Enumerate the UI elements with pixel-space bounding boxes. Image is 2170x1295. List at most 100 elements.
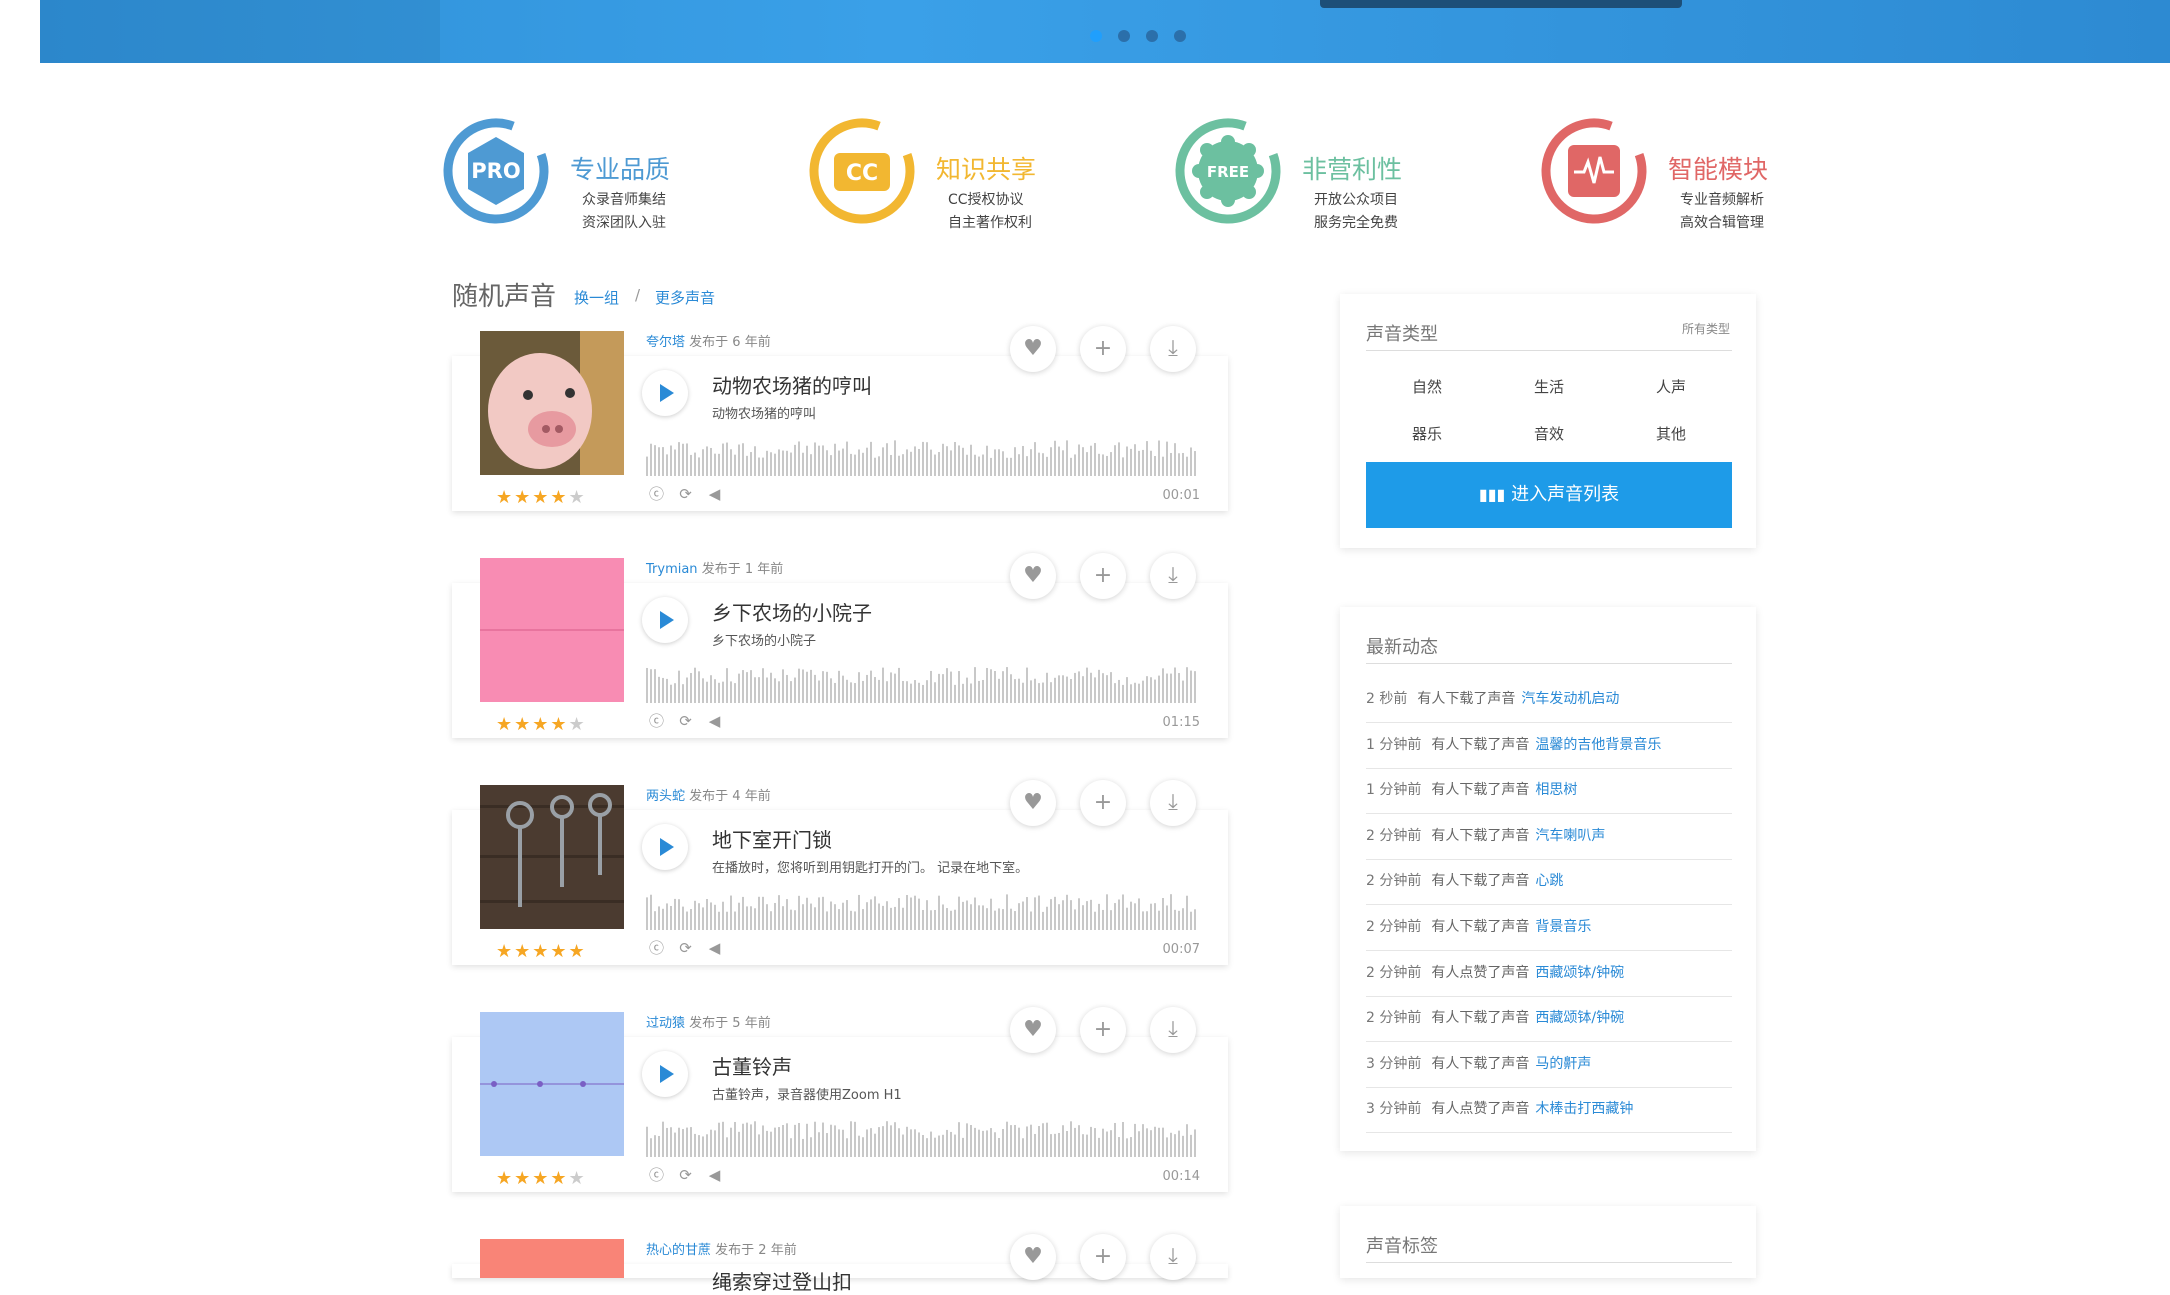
- like-button[interactable]: ♥: [1010, 1234, 1056, 1280]
- sound-title[interactable]: 古董铃声: [712, 1051, 792, 1080]
- keys-photo-thumbnail[interactable]: [480, 785, 624, 929]
- volume-icon[interactable]: ◀: [706, 486, 723, 503]
- author-link[interactable]: 热心的甘蔗: [646, 1243, 711, 1258]
- waveform-thumbnail[interactable]: [480, 1239, 624, 1278]
- type-item[interactable]: 人声: [1610, 376, 1732, 397]
- add-button[interactable]: +: [1080, 1234, 1126, 1280]
- waveform-bar: [1158, 440, 1160, 476]
- volume-icon[interactable]: ◀: [706, 940, 723, 957]
- waveform-bar: [1122, 684, 1124, 703]
- waveform-bar: [1050, 899, 1052, 930]
- waveform-bar: [774, 678, 776, 703]
- waveform-bar: [934, 1137, 936, 1157]
- waveform-bar: [970, 444, 972, 476]
- waveform-bar: [750, 670, 752, 703]
- waveform-bar: [930, 910, 932, 930]
- author-link[interactable]: Trymian: [646, 562, 698, 577]
- like-button[interactable]: ♥: [1010, 780, 1056, 826]
- waveform[interactable]: [646, 1121, 1199, 1157]
- like-button[interactable]: ♥: [1010, 326, 1056, 372]
- waveform-bar: [918, 1132, 920, 1157]
- sound-meta: 夸尔塔 发布于 6 年前: [646, 331, 771, 350]
- volume-icon[interactable]: ◀: [706, 713, 723, 730]
- cc-license-icon: ⓒ: [648, 1166, 664, 1184]
- activity-sound-link[interactable]: 木棒击打西藏钟: [1535, 1101, 1633, 1117]
- waveform-bar: [930, 670, 932, 703]
- download-button[interactable]: ⤓: [1150, 326, 1196, 372]
- waveform-bar: [1090, 672, 1092, 703]
- loop-icon[interactable]: ⟳: [677, 713, 694, 730]
- download-button[interactable]: ⤓: [1150, 1007, 1196, 1053]
- banner-button[interactable]: [1320, 0, 1682, 8]
- type-item[interactable]: 自然: [1366, 376, 1488, 397]
- waveform-bar: [670, 1127, 672, 1157]
- carousel-dot[interactable]: [1146, 30, 1158, 42]
- waveform-bar: [886, 901, 888, 930]
- waveform-bar: [1110, 452, 1112, 476]
- loop-icon[interactable]: ⟳: [677, 1167, 694, 1184]
- activity-sound-link[interactable]: 汽车喇叭声: [1535, 828, 1605, 844]
- author-link[interactable]: 两头蛇: [646, 789, 685, 804]
- waveform-bar: [1142, 1124, 1144, 1157]
- more-sounds-link[interactable]: 更多声音: [655, 287, 715, 308]
- download-button[interactable]: ⤓: [1150, 553, 1196, 599]
- type-item[interactable]: 音效: [1488, 423, 1610, 444]
- play-button[interactable]: [642, 1051, 688, 1097]
- pulse-icon: [1541, 118, 1647, 224]
- pig-photo-thumbnail[interactable]: [480, 331, 624, 475]
- activity-sound-link[interactable]: 汽车发动机启动: [1521, 691, 1619, 707]
- download-button[interactable]: ⤓: [1150, 780, 1196, 826]
- waveform-bar: [690, 909, 692, 930]
- all-types-link[interactable]: 所有类型: [1682, 320, 1730, 337]
- activity-sound-link[interactable]: 温馨的吉他背景音乐: [1535, 737, 1661, 753]
- add-button[interactable]: +: [1080, 326, 1126, 372]
- play-button[interactable]: [642, 370, 688, 416]
- waveform-bar: [686, 911, 688, 930]
- like-button[interactable]: ♥: [1010, 1007, 1056, 1053]
- waveform-thumbnail[interactable]: [480, 558, 624, 702]
- activity-sound-link[interactable]: 背景音乐: [1535, 919, 1591, 935]
- waveform[interactable]: [646, 667, 1199, 703]
- activity-sound-link[interactable]: 心跳: [1535, 873, 1563, 889]
- pro-badge-icon: PRO: [443, 118, 549, 224]
- waveform-bar: [1014, 911, 1016, 930]
- panel-title: 最新动态: [1366, 637, 1438, 658]
- sound-title[interactable]: 绳索穿过登山扣: [712, 1266, 852, 1295]
- activity-sound-link[interactable]: 相思树: [1535, 782, 1577, 798]
- loop-icon[interactable]: ⟳: [677, 940, 694, 957]
- activity-sound-link[interactable]: 西藏颂钵/钟碗: [1535, 1010, 1624, 1026]
- activity-sound-link[interactable]: 马的鼾声: [1535, 1056, 1591, 1072]
- loop-icon[interactable]: ⟳: [677, 486, 694, 503]
- sound-title[interactable]: 地下室开门锁: [712, 824, 832, 853]
- carousel-dot[interactable]: [1174, 30, 1186, 42]
- carousel-dot[interactable]: [1118, 30, 1130, 42]
- like-button[interactable]: ♥: [1010, 553, 1056, 599]
- waveform-bar: [1170, 1132, 1172, 1157]
- waveform[interactable]: [646, 440, 1199, 476]
- waveform-bar: [826, 1133, 828, 1157]
- sound-title[interactable]: 乡下农场的小院子: [712, 597, 872, 626]
- waveform-bar: [990, 898, 992, 930]
- type-item[interactable]: 器乐: [1366, 423, 1488, 444]
- volume-icon[interactable]: ◀: [706, 1167, 723, 1184]
- play-button[interactable]: [642, 824, 688, 870]
- activity-sound-link[interactable]: 西藏颂钵/钟碗: [1535, 965, 1624, 981]
- play-button[interactable]: [642, 597, 688, 643]
- download-button[interactable]: ⤓: [1150, 1234, 1196, 1280]
- enter-sound-list-button[interactable]: ▮▮▮ 进入声音列表: [1366, 462, 1732, 528]
- author-link[interactable]: 过动猿: [646, 1016, 685, 1031]
- waveform-thumbnail[interactable]: [480, 1012, 624, 1156]
- type-item[interactable]: 其他: [1610, 423, 1732, 444]
- carousel-dot[interactable]: [1090, 30, 1102, 42]
- add-button[interactable]: +: [1080, 780, 1126, 826]
- add-button[interactable]: +: [1080, 1007, 1126, 1053]
- author-link[interactable]: 夸尔塔: [646, 335, 685, 350]
- sound-meta: 过动猿 发布于 5 年前: [646, 1012, 771, 1031]
- waveform-bar: [698, 1135, 700, 1157]
- sound-title[interactable]: 动物农场猪的哼叫: [712, 370, 872, 399]
- refresh-link[interactable]: 换一组: [574, 287, 619, 308]
- add-button[interactable]: +: [1080, 553, 1126, 599]
- type-item[interactable]: 生活: [1488, 376, 1610, 397]
- player-controls: ⓒ ⟳ ◀: [648, 940, 723, 957]
- waveform[interactable]: [646, 894, 1199, 930]
